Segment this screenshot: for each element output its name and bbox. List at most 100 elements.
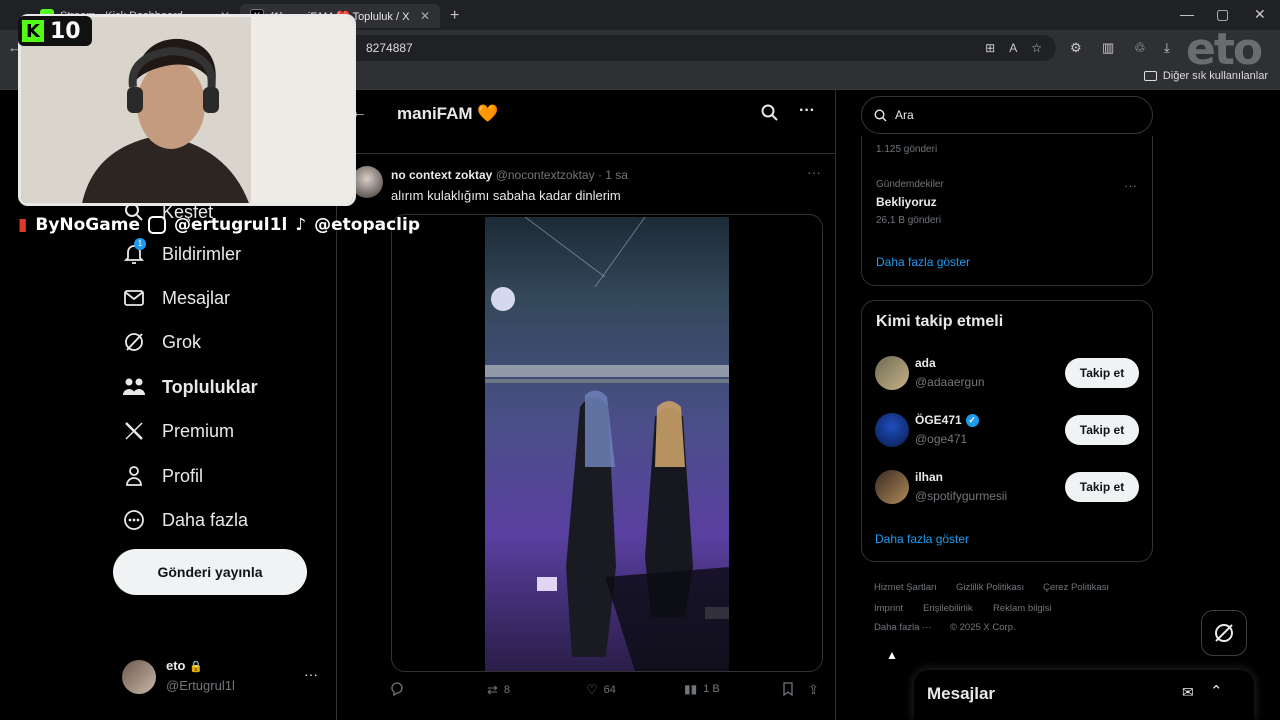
follow-button[interactable]: Takip et xyxy=(1065,472,1139,502)
avatar[interactable] xyxy=(875,356,909,390)
retweet-icon: ⇄ xyxy=(487,682,498,697)
suggested-user-handle: @adaaergun xyxy=(915,375,985,389)
reply-icon xyxy=(391,682,403,696)
trends-panel: 1.125 gönderi Gündemdekiler Bekliyoruz 2… xyxy=(861,136,1153,286)
search-icon[interactable] xyxy=(761,104,779,127)
suggested-user-name[interactable]: ÖGE471 ✓ xyxy=(915,413,979,427)
account-switcher[interactable]: eto 🔒 @Ertugrul1l ··· xyxy=(122,656,322,696)
sidebar-item-label: Daha fazla xyxy=(162,509,249,530)
trend-more-icon[interactable]: ··· xyxy=(1124,178,1137,193)
cookie-policy-link[interactable]: Çerez Politikası xyxy=(1043,582,1109,593)
more-circle-icon xyxy=(122,508,146,532)
avatar xyxy=(122,660,156,694)
retweet-button[interactable]: ⇄ 8 xyxy=(487,682,510,698)
sidebar-item-label: Mesajlar xyxy=(162,287,231,308)
avatar[interactable] xyxy=(875,413,909,447)
sidebar-item-premium[interactable]: Premium xyxy=(122,419,234,443)
close-tab-icon[interactable]: ✕ xyxy=(420,9,430,23)
sidebar-item-grok[interactable]: Grok xyxy=(122,330,201,354)
grok-icon xyxy=(1215,624,1233,642)
maximize-icon[interactable]: ▢ xyxy=(1216,6,1229,23)
person-icon xyxy=(122,464,146,488)
stage-illustration xyxy=(485,217,729,671)
expand-chevron-icon[interactable]: ⌃ xyxy=(1210,682,1223,700)
suggested-user-handle: @oge471 xyxy=(915,432,968,446)
grok-float-button[interactable] xyxy=(1201,610,1247,656)
follow-button[interactable]: Takip et xyxy=(1065,358,1139,388)
tweet-author-name[interactable]: no context zoktay xyxy=(391,168,492,182)
kick-viewer-badge: K 10 xyxy=(18,16,92,46)
downloads-icon[interactable]: ⤓ xyxy=(1164,40,1170,56)
sidebar-item-more[interactable]: Daha fazla xyxy=(122,508,248,532)
account-handle: @Ertugrul1l xyxy=(166,678,235,693)
lock-icon: 🔒 xyxy=(189,661,203,673)
search-placeholder: Ara xyxy=(895,108,914,122)
share-button[interactable]: ⇪ xyxy=(808,682,819,698)
sidebar-item-messages[interactable]: Mesajlar xyxy=(122,286,230,310)
instagram-handle: @ertugrul1l xyxy=(173,215,288,235)
trend-count: 1.125 gönderi xyxy=(876,144,938,155)
tweet-more-icon[interactable]: ··· xyxy=(807,164,821,180)
privacy-link[interactable]: Gizlilik Politikası xyxy=(956,582,1024,593)
apps-icon[interactable]: ⊞ xyxy=(985,35,995,61)
footer-more-link[interactable]: Daha fazla ··· xyxy=(874,622,932,633)
sidebar-item-label: Grok xyxy=(162,331,202,352)
new-tab-button[interactable]: + xyxy=(440,4,464,28)
instagram-icon xyxy=(147,216,166,234)
sidebar-item-notifications[interactable]: 1 Bildirimler xyxy=(122,238,241,266)
avatar[interactable] xyxy=(875,470,909,504)
close-window-icon[interactable]: ✕ xyxy=(1254,6,1266,23)
kick-logo-icon: K xyxy=(22,20,44,42)
views-button[interactable]: ▮▮ 1 B xyxy=(684,682,720,696)
suggested-user-name[interactable]: ilhan xyxy=(915,470,943,484)
new-message-icon[interactable]: ✉ xyxy=(1182,684,1194,701)
accessibility-link[interactable]: Erişilebilirlik xyxy=(923,603,973,614)
split-screen-icon[interactable]: ▥ xyxy=(1102,40,1114,56)
bookmark-button[interactable] xyxy=(782,682,794,696)
sidebar-item-profile[interactable]: Profil xyxy=(122,464,203,488)
account-more-icon[interactable]: ··· xyxy=(304,666,318,682)
trend-category: Gündemdekiler xyxy=(876,179,944,190)
read-aloud-icon[interactable]: A xyxy=(1009,35,1017,61)
more-options-icon[interactable]: ··· xyxy=(799,102,815,120)
favorite-star-icon[interactable]: ☆ xyxy=(1031,35,1042,61)
suggested-user-name[interactable]: ada xyxy=(915,356,936,370)
url-text: 8274887 xyxy=(366,41,413,55)
tweet-media[interactable] xyxy=(391,214,823,672)
collections-icon[interactable]: ♲ xyxy=(1134,40,1146,56)
concert-video-frame[interactable] xyxy=(485,217,729,671)
imprint-link[interactable]: Imprint xyxy=(874,603,903,614)
social-handles-overlay: ▮ ByNoGame @ertugrul1l ♪ @etopaclip xyxy=(18,212,420,238)
eto-watermark: eto xyxy=(1186,24,1263,75)
search-icon xyxy=(874,108,887,121)
grok-icon xyxy=(122,330,146,354)
reply-button[interactable] xyxy=(390,682,404,696)
extensions-icon[interactable]: ⚙ xyxy=(1070,40,1082,56)
trend-name[interactable]: Bekliyoruz xyxy=(876,195,937,209)
terms-link[interactable]: Hizmet Şartları xyxy=(874,582,937,593)
ads-info-link[interactable]: Reklam bilgisi xyxy=(993,603,1052,614)
sidebar-item-label: Topluluklar xyxy=(162,376,258,397)
minimize-icon[interactable]: — xyxy=(1180,6,1194,22)
post-button[interactable]: Gönderi yayınla xyxy=(113,549,307,595)
view-count: 1 B xyxy=(703,683,720,695)
sidebar-item-communities[interactable]: Topluluklar xyxy=(122,375,258,399)
follow-button[interactable]: Takip et xyxy=(1065,415,1139,445)
like-button[interactable]: ♡ 64 xyxy=(586,682,616,698)
sidebar-item-label: Premium xyxy=(162,420,235,441)
search-input[interactable]: Ara xyxy=(861,96,1153,134)
tweet-time[interactable]: · 1 sa xyxy=(598,168,628,182)
address-bar[interactable]: 8274887 ⊞ A ☆ xyxy=(340,35,1056,61)
like-count: 64 xyxy=(603,684,616,696)
page-title: maniFAM 🧡 xyxy=(397,104,499,123)
mail-icon xyxy=(122,286,146,310)
tweet-text: alırım kulaklığımı sabaha kadar dinlerim xyxy=(391,188,621,203)
tiktok-handle: @etopaclip xyxy=(314,215,421,235)
x-logo-icon xyxy=(122,419,146,443)
tweet-author-handle[interactable]: @nocontextzoktay xyxy=(496,168,595,182)
folder-icon xyxy=(1143,71,1157,81)
copyright-text: © 2025 X Corp. xyxy=(950,622,1016,633)
show-more-follow-link[interactable]: Daha fazla göster xyxy=(875,532,969,546)
messages-drawer[interactable]: Mesajlar ✉ ⌃ xyxy=(914,670,1254,720)
show-more-trends-link[interactable]: Daha fazla göster xyxy=(876,255,970,269)
